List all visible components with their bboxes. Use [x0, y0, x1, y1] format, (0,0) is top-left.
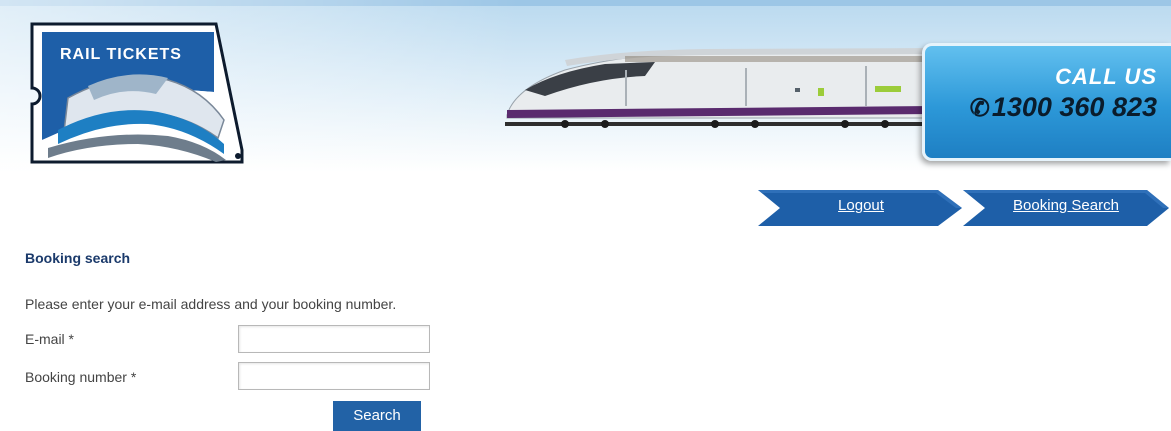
- call-us-box: CALL US ✆1300 360 823: [922, 43, 1171, 161]
- booking-number-label: Booking number *: [25, 369, 137, 385]
- email-label: E-mail *: [25, 331, 75, 347]
- rail-tickets-logo[interactable]: RAIL TICKETS: [28, 20, 246, 166]
- header-banner: RAIL TICKETS CALL US ✆1300 360 823: [0, 0, 1171, 172]
- logo-graphic: [30, 22, 244, 164]
- instructions-text: Please enter your e-mail address and you…: [25, 296, 397, 312]
- train-image: [505, 40, 936, 135]
- search-button[interactable]: Search: [333, 401, 421, 431]
- logout-link[interactable]: Logout: [756, 188, 966, 228]
- booking-search-button[interactable]: Booking Search: [961, 188, 1171, 228]
- booking-search-link[interactable]: Booking Search: [961, 188, 1171, 228]
- page-title: Booking search: [25, 250, 131, 266]
- call-us-label: CALL US: [1055, 64, 1157, 89]
- phone-number[interactable]: ✆1300 360 823: [970, 92, 1157, 123]
- phone-number-text: 1300 360 823: [991, 92, 1157, 122]
- page: RAIL TICKETS CALL US ✆1300 360 823 Logou…: [0, 0, 1171, 431]
- booking-number-field[interactable]: [238, 362, 430, 390]
- phone-icon: ✆: [969, 95, 990, 122]
- logo-text: RAIL TICKETS: [60, 46, 182, 63]
- email-field[interactable]: [238, 325, 430, 353]
- train-graphic: [505, 48, 936, 128]
- logout-button[interactable]: Logout: [756, 188, 966, 228]
